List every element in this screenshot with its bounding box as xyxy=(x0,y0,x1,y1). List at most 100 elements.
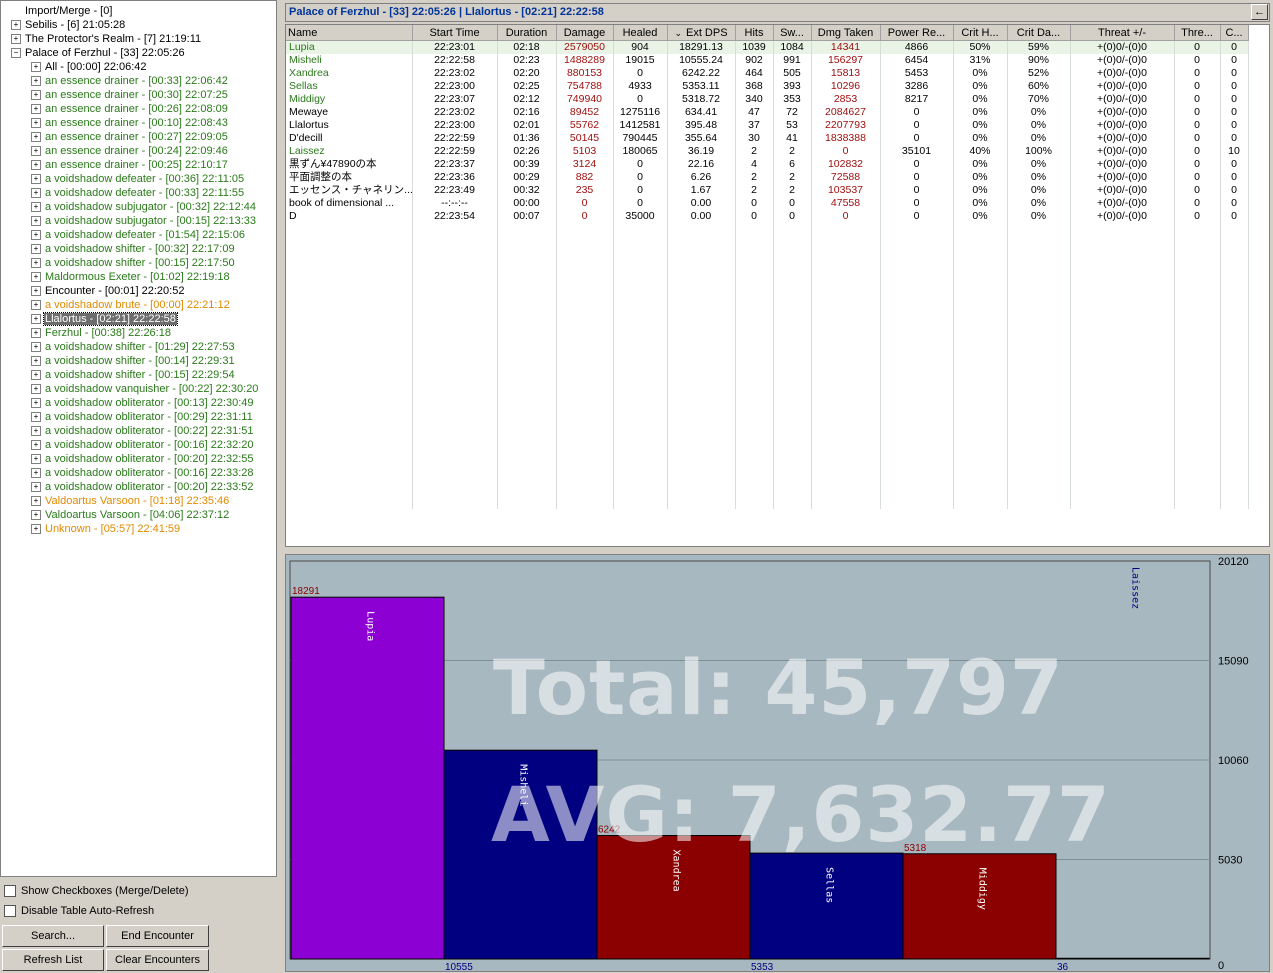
tree-node[interactable]: + an essence drainer - [00:27] 22:09:05 xyxy=(31,130,229,144)
disable-refresh-checkbox[interactable] xyxy=(4,905,16,918)
expand-icon[interactable]: + xyxy=(31,454,41,465)
tree-node[interactable]: + a voidshadow obliterator - [00:20] 22:3… xyxy=(31,452,255,466)
table-row[interactable]: 平面調整の本 22:23:36 00:29 882 0 6.26 2 2 72588 0 0% 0% +… xyxy=(286,171,1249,184)
tree-node[interactable]: + a voidshadow shifter - [00:15] 22:17:50 xyxy=(31,256,236,270)
expand-icon[interactable]: + xyxy=(31,468,41,479)
column-header[interactable]: Start Time xyxy=(412,25,498,41)
expand-icon[interactable]: + xyxy=(31,412,41,423)
search-button[interactable]: Search... xyxy=(2,925,104,947)
expand-icon[interactable]: + xyxy=(11,20,21,31)
table-row[interactable]: エッセンス・チャネリン... 22:23:49 00:32 235 0 1.67 2 2 103… xyxy=(286,184,1249,197)
table-row[interactable]: Middigy 22:23:07 02:12 749940 0 5318.72 340 353… xyxy=(286,93,1249,106)
tree-node[interactable]: + Unknown - [05:57] 22:41:59 xyxy=(31,522,181,536)
table-row[interactable]: Xandrea 22:23:02 02:20 880153 0 6242.22 464 505… xyxy=(286,67,1249,80)
tree-node[interactable]: + a voidshadow shifter - [00:15] 22:29:54 xyxy=(31,368,236,382)
expand-icon[interactable]: + xyxy=(31,384,41,395)
expand-icon[interactable]: + xyxy=(31,426,41,437)
tree-node[interactable]: + Ferzhul - [00:38] 22:26:18 xyxy=(31,326,172,340)
tree-node[interactable]: Import/Merge - [0] xyxy=(11,4,113,18)
tree-node[interactable]: + All - [00:00] 22:06:42 xyxy=(31,60,148,74)
expand-icon[interactable]: + xyxy=(31,510,41,521)
table-row[interactable]: book of dimensional ... --:--:-- 00:00 0 0 0.… xyxy=(286,197,1249,210)
column-header[interactable]: Damage xyxy=(556,25,614,41)
tree-node[interactable]: + an essence drainer - [00:30] 22:07:25 xyxy=(31,88,229,102)
tree-node[interactable]: + Encounter - [00:01] 22:20:52 xyxy=(31,284,185,298)
column-header[interactable]: Power Re... xyxy=(880,25,954,41)
tree-node[interactable]: + Llalortus - [02:21] 22:22:58 xyxy=(31,312,178,326)
expand-icon[interactable]: + xyxy=(31,230,41,241)
column-header[interactable]: Healed xyxy=(613,25,668,41)
combatant-table[interactable]: Name Start Time Duration Damage Healed ⌄ Ext D… xyxy=(285,24,1270,547)
expand-icon[interactable]: + xyxy=(31,62,41,73)
tree-node[interactable]: + a voidshadow obliterator - [00:29] 22:3… xyxy=(31,410,254,424)
table-row[interactable]: Lupia 22:23:01 02:18 2579050 904 18291.13 1039… xyxy=(286,40,1249,54)
tree-node[interactable]: + Valdoartus Varsoon - [01:18] 22:35:46 xyxy=(31,494,230,508)
collapse-icon[interactable]: − xyxy=(11,48,21,59)
table-row[interactable]: Laissez 22:22:59 02:26 5103 180065 36.19 2 2 0 35… xyxy=(286,145,1249,158)
expand-icon[interactable]: + xyxy=(31,104,41,115)
encounter-tree[interactable]: Import/Merge - [0] + Sebilis - [6] 21:05:2… xyxy=(0,0,277,877)
tree-node[interactable]: + an essence drainer - [00:26] 22:08:09 xyxy=(31,102,229,116)
table-row[interactable]: Misheli 22:22:58 02:23 1488289 19015 10555.24… xyxy=(286,54,1249,67)
expand-icon[interactable]: + xyxy=(31,342,41,353)
column-header[interactable]: Crit Da... xyxy=(1007,25,1071,41)
tree-node[interactable]: + a voidshadow obliterator - [00:20] 22:3… xyxy=(31,480,255,494)
tree-node[interactable]: + a voidshadow subjugator - [00:32] 22:12… xyxy=(31,200,257,214)
tree-node[interactable]: + an essence drainer - [00:24] 22:09:46 xyxy=(31,144,229,158)
tree-node[interactable]: + an essence drainer - [00:33] 22:06:42 xyxy=(31,74,229,88)
expand-icon[interactable]: + xyxy=(31,482,41,493)
expand-icon[interactable]: + xyxy=(31,300,41,311)
column-header[interactable]: Dmg Taken xyxy=(811,25,881,41)
tree-node[interactable]: + a voidshadow obliterator - [00:22] 22:3… xyxy=(31,424,255,438)
expand-icon[interactable]: + xyxy=(31,244,41,255)
expand-icon[interactable]: + xyxy=(31,398,41,409)
tree-node[interactable]: + a voidshadow shifter - [01:29] 22:27:53 xyxy=(31,340,236,354)
expand-icon[interactable]: + xyxy=(31,272,41,283)
tree-node[interactable]: + a voidshadow brute - [00:00] 22:21:12 xyxy=(31,298,231,312)
expand-icon[interactable]: + xyxy=(31,496,41,507)
column-header[interactable]: Duration xyxy=(497,25,557,41)
tree-node[interactable]: + a voidshadow obliterator - [00:16] 22:3… xyxy=(31,438,255,452)
expand-icon[interactable]: + xyxy=(31,440,41,451)
tree-node[interactable]: + a voidshadow obliterator - [00:16] 22:3… xyxy=(31,466,255,480)
expand-icon[interactable]: + xyxy=(31,258,41,269)
expand-icon[interactable]: + xyxy=(31,314,41,325)
disable-refresh-option[interactable]: Disable Table Auto-Refresh xyxy=(4,903,154,919)
expand-icon[interactable]: + xyxy=(31,356,41,367)
tree-node[interactable]: + a voidshadow obliterator - [00:13] 22:3… xyxy=(31,396,255,410)
expand-icon[interactable]: + xyxy=(31,146,41,157)
column-header[interactable]: C... xyxy=(1220,25,1249,41)
clear-encounters-button[interactable]: Clear Encounters xyxy=(106,949,209,971)
tree-node[interactable]: + Maldormous Exeter - [01:02] 22:19:18 xyxy=(31,270,231,284)
tree-node[interactable]: − Palace of Ferzhul - [33] 22:05:26 xyxy=(11,46,186,60)
tree-node[interactable]: + a voidshadow shifter - [00:14] 22:29:31 xyxy=(31,354,236,368)
expand-icon[interactable]: + xyxy=(31,76,41,87)
tree-node[interactable]: + a voidshadow defeater - [00:33] 22:11:5… xyxy=(31,186,245,200)
show-checkboxes-checkbox[interactable] xyxy=(4,885,16,898)
expand-icon[interactable]: + xyxy=(31,370,41,381)
tree-node[interactable]: + an essence drainer - [00:25] 22:10:17 xyxy=(31,158,229,172)
column-header[interactable]: Name xyxy=(286,25,413,41)
expand-icon[interactable]: + xyxy=(31,174,41,185)
tree-node[interactable]: + The Protector's Realm - [7] 21:19:11 xyxy=(11,32,202,46)
tree-node[interactable]: + Valdoartus Varsoon - [04:06] 22:37:12 xyxy=(31,508,230,522)
tree-node[interactable]: + a voidshadow subjugator - [00:15] 22:13… xyxy=(31,214,257,228)
table-row[interactable]: 黒ずん¥47890の本 22:23:37 00:39 3124 0 22.16 4 6 1028… xyxy=(286,158,1249,171)
tree-node[interactable]: + a voidshadow vanquisher - [00:22] 22:30… xyxy=(31,382,259,396)
column-header[interactable]: Hits xyxy=(735,25,774,41)
column-header[interactable]: Sw... xyxy=(773,25,812,41)
column-header[interactable]: Crit H... xyxy=(953,25,1008,41)
table-row[interactable]: Llalortus 22:23:00 02:01 55762 1412581 395.48… xyxy=(286,119,1249,132)
table-row[interactable]: Sellas 22:23:00 02:25 754788 4933 5353.11 368 3… xyxy=(286,80,1249,93)
expand-icon[interactable]: + xyxy=(31,328,41,339)
table-row[interactable]: D 22:23:54 00:07 0 35000 0.00 0 0 0 0 0% 0% +(0)0/-(… xyxy=(286,210,1249,223)
expand-icon[interactable]: + xyxy=(31,188,41,199)
column-header[interactable]: ⌄ Ext DPS xyxy=(667,25,736,41)
expand-icon[interactable]: + xyxy=(31,202,41,213)
back-arrow-button[interactable]: ← xyxy=(1251,4,1268,20)
expand-icon[interactable]: + xyxy=(31,160,41,171)
expand-icon[interactable]: + xyxy=(31,90,41,101)
table-row[interactable]: D'decill 22:22:59 01:36 50145 790445 355.64 30… xyxy=(286,132,1249,145)
table-row[interactable]: Mewaye 22:23:02 02:16 89452 1275116 634.41 47 7… xyxy=(286,106,1249,119)
expand-icon[interactable]: + xyxy=(31,524,41,535)
